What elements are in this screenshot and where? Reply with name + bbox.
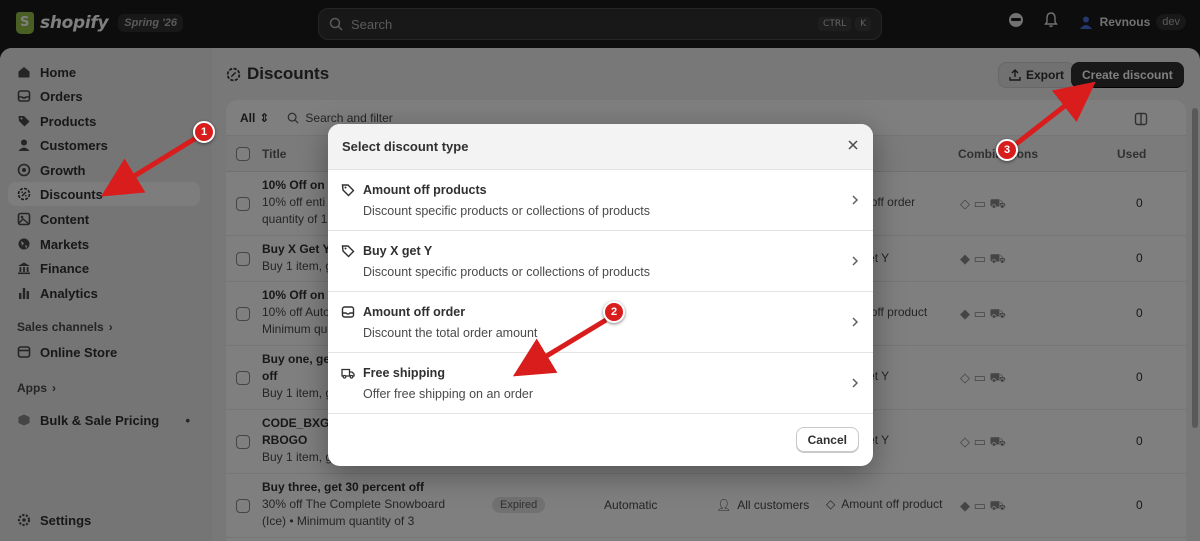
- arrow-to-create-discount: [1014, 81, 1096, 146]
- annotation-marker-2: 2: [603, 301, 625, 323]
- annotation-marker-3: 3: [996, 139, 1018, 161]
- arrow-to-free-shipping: [512, 317, 608, 377]
- annotation-marker-1: 1: [193, 121, 215, 143]
- annotation-arrows: [100, 81, 1096, 377]
- arrow-to-discounts: [100, 135, 198, 197]
